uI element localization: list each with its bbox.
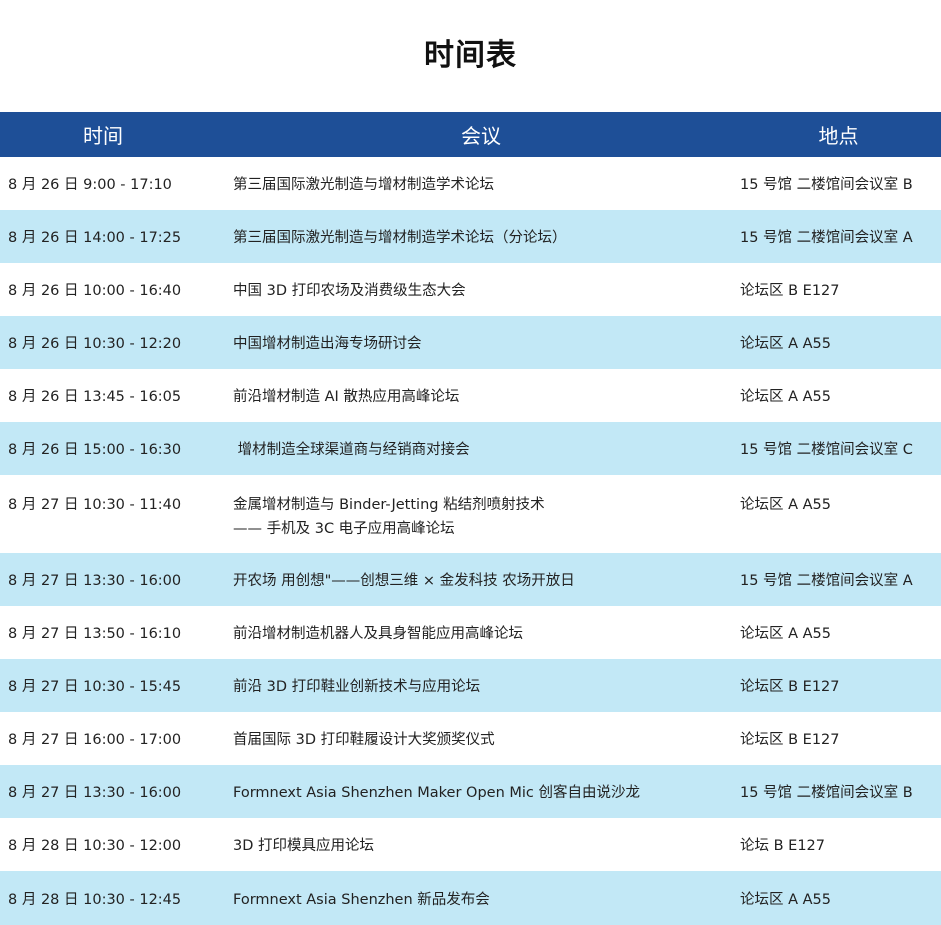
row-place: 15 号馆 二楼馆间会议室 A <box>740 230 913 246</box>
row-place: 论坛区 A A55 <box>740 891 832 908</box>
row-place: 论坛区 B E127 <box>740 679 840 695</box>
table-row: 8 月 27 日 13:30 - 16:00 开农场 用创想"——创想三维 × 金… <box>0 553 941 606</box>
table-header: 时间 会议 地点 <box>0 112 941 157</box>
table-row: 8 月 26 日 10:00 - 16:40 中国 3D 打印农场及消费级生态大会… <box>0 263 941 316</box>
table-row: 8 月 28 日 10:30 - 12:00 3D 打印模具应用论坛 论坛 B E1… <box>0 818 941 871</box>
row-meeting-line: 3D 打印模具应用论坛 <box>233 838 374 854</box>
row-meeting-line: 中国 3D 打印农场及消费级生态大会 <box>233 283 466 299</box>
table-row: 8 月 27 日 10:30 - 11:40 金属增材制造与 Binder-Jet… <box>0 475 941 553</box>
row-meeting: 前沿增材制造机器人及具身智能应用高峰论坛 <box>233 622 740 643</box>
row-meeting-line: 增材制造全球渠道商与经销商对接会 <box>233 442 470 458</box>
row-meeting: 前沿 3D 打印鞋业创新技术与应用论坛 <box>233 675 740 696</box>
row-place: 论坛区 A A55 <box>740 389 832 405</box>
row-meeting: 前沿增材制造 AI 散热应用高峰论坛 <box>233 385 740 406</box>
row-meeting-line: 前沿增材制造机器人及具身智能应用高峰论坛 <box>233 626 523 642</box>
table-row: 8 月 26 日 15:00 - 16:30 增材制造全球渠道商与经销商对接会 1… <box>0 422 941 475</box>
row-meeting-line: Formnext Asia Shenzhen 新品发布会 <box>233 891 490 908</box>
row-meeting-line: 中国增材制造出海专场研讨会 <box>233 336 422 352</box>
row-meeting-line: 首届国际 3D 打印鞋履设计大奖颁奖仪式 <box>233 732 495 748</box>
row-meeting: 中国增材制造出海专场研讨会 <box>233 332 740 353</box>
row-time: 8 月 27 日 10:30 - 11:40 <box>8 497 182 513</box>
row-meeting-line: 第三届国际激光制造与增材制造学术论坛 <box>233 177 494 193</box>
header-time: 时间 <box>83 124 123 148</box>
row-meeting-line: 前沿增材制造 AI 散热应用高峰论坛 <box>233 389 460 405</box>
table-row: 8 月 26 日 10:30 - 12:20 中国增材制造出海专场研讨会 论坛区 A… <box>0 316 941 369</box>
row-place: 论坛区 A A55 <box>740 336 832 352</box>
row-meeting: Formnext Asia Shenzhen Maker Open Mic 创客… <box>233 781 740 802</box>
table-row: 8 月 28 日 10:30 - 12:45 Formnext Asia Shen… <box>0 871 941 925</box>
row-time: 8 月 28 日 10:30 - 12:00 <box>8 838 182 854</box>
row-meeting-line: 金属增材制造与 Binder-Jetting 粘结剂喷射技术 <box>233 497 545 513</box>
row-time: 8 月 27 日 10:30 - 15:45 <box>8 679 182 695</box>
row-meeting: 开农场 用创想"——创想三维 × 金发科技 农场开放日 <box>233 569 740 590</box>
row-meeting: 3D 打印模具应用论坛 <box>233 834 740 855</box>
row-place: 论坛区 B E127 <box>740 283 840 299</box>
row-time: 8 月 26 日 15:00 - 16:30 <box>8 442 182 458</box>
row-place: 15 号馆 二楼馆间会议室 C <box>740 442 913 458</box>
row-place: 15 号馆 二楼馆间会议室 A <box>740 573 913 589</box>
row-time: 8 月 27 日 16:00 - 17:00 <box>8 732 182 748</box>
table-row: 8 月 26 日 14:00 - 17:25 第三届国际激光制造与增材制造学术论坛… <box>0 210 941 263</box>
row-meeting: 增材制造全球渠道商与经销商对接会 <box>233 438 740 459</box>
row-meeting: 第三届国际激光制造与增材制造学术论坛（分论坛） <box>233 226 740 247</box>
row-place: 论坛区 A A55 <box>740 497 832 513</box>
page-title: 时间表 <box>424 38 517 73</box>
table-row: 8 月 26 日 9:00 - 17:10 第三届国际激光制造与增材制造学术论坛 1… <box>0 157 941 210</box>
table-body: 8 月 26 日 9:00 - 17:10 第三届国际激光制造与增材制造学术论坛 1… <box>0 157 941 925</box>
row-time: 8 月 26 日 10:30 - 12:20 <box>8 336 182 352</box>
row-meeting: 中国 3D 打印农场及消费级生态大会 <box>233 279 740 300</box>
row-meeting: 金属增材制造与 Binder-Jetting 粘结剂喷射技术 —— 手机及 3C … <box>233 475 740 541</box>
row-meeting: 首届国际 3D 打印鞋履设计大奖颁奖仪式 <box>233 728 740 749</box>
row-time: 8 月 26 日 10:00 - 16:40 <box>8 283 182 299</box>
row-time: 8 月 26 日 9:00 - 17:10 <box>8 177 172 193</box>
table-row: 8 月 27 日 13:30 - 16:00 Formnext Asia Shen… <box>0 765 941 818</box>
table-row: 8 月 27 日 10:30 - 15:45 前沿 3D 打印鞋业创新技术与应用论… <box>0 659 941 712</box>
row-meeting: 第三届国际激光制造与增材制造学术论坛 <box>233 173 740 194</box>
row-place: 论坛 B E127 <box>740 838 826 854</box>
header-place: 地点 <box>818 124 859 148</box>
row-meeting: Formnext Asia Shenzhen 新品发布会 <box>233 888 740 909</box>
row-time: 8 月 27 日 13:30 - 16:00 <box>8 573 182 589</box>
table-row: 8 月 26 日 13:45 - 16:05 前沿增材制造 AI 散热应用高峰论坛… <box>0 369 941 422</box>
row-place: 15 号馆 二楼馆间会议室 B <box>740 177 913 193</box>
row-time: 8 月 28 日 10:30 - 12:45 <box>8 891 182 908</box>
row-meeting-line: 开农场 用创想"——创想三维 × 金发科技 农场开放日 <box>233 573 575 589</box>
row-meeting-line: 第三届国际激光制造与增材制造学术论坛（分论坛） <box>233 230 567 246</box>
row-time: 8 月 27 日 13:50 - 16:10 <box>8 626 182 642</box>
row-meeting-line: —— 手机及 3C 电子应用高峰论坛 <box>233 521 455 537</box>
table-row: 8 月 27 日 16:00 - 17:00 首届国际 3D 打印鞋履设计大奖颁奖… <box>0 712 941 765</box>
row-place: 15 号馆 二楼馆间会议室 B <box>740 785 913 801</box>
header-meeting: 会议 <box>461 124 501 148</box>
row-time: 8 月 27 日 13:30 - 16:00 <box>8 785 182 801</box>
row-meeting-line: 前沿 3D 打印鞋业创新技术与应用论坛 <box>233 679 481 695</box>
schedule-table: 时间 会议 地点 8 月 26 日 9:00 - 17:10 第三届国际激光制造与… <box>0 112 941 925</box>
row-place: 论坛区 B E127 <box>740 732 840 748</box>
row-meeting-line: Formnext Asia Shenzhen Maker Open Mic 创客… <box>233 785 641 801</box>
table-row: 8 月 27 日 13:50 - 16:10 前沿增材制造机器人及具身智能应用高峰… <box>0 606 941 659</box>
row-time: 8 月 26 日 13:45 - 16:05 <box>8 389 182 405</box>
row-time: 8 月 26 日 14:00 - 17:25 <box>8 230 182 246</box>
row-place: 论坛区 A A55 <box>740 626 832 642</box>
